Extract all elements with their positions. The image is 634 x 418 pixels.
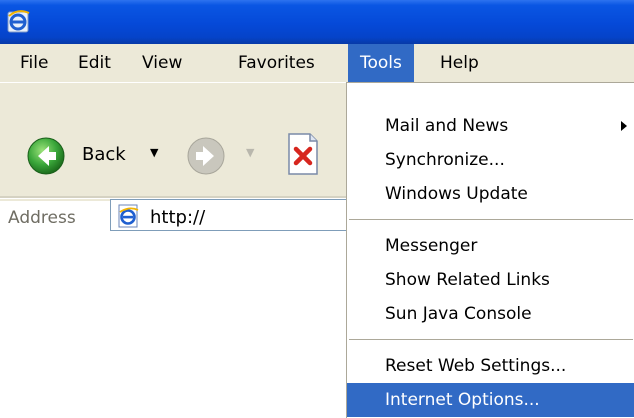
stop-icon[interactable] xyxy=(286,132,320,176)
menu-item-mail-and-news[interactable]: Mail and News xyxy=(347,109,634,143)
menu-item-label: Mail and News xyxy=(385,116,509,136)
menu-tools[interactable]: Tools xyxy=(348,44,414,82)
menu-item-windows-update[interactable]: Windows Update xyxy=(347,177,634,211)
menu-bar: File Edit View Favorites Tools Help xyxy=(0,44,634,82)
back-arrow-icon[interactable] xyxy=(26,136,66,176)
submenu-arrow-icon xyxy=(621,121,627,131)
menu-separator xyxy=(349,339,633,340)
window-titlebar[interactable] xyxy=(0,0,634,44)
menu-favorites[interactable]: Favorites xyxy=(226,44,327,82)
menu-view[interactable]: View xyxy=(130,44,194,82)
tools-menu: Mail and News Synchronize... Windows Upd… xyxy=(346,82,634,418)
address-input[interactable] xyxy=(110,199,370,231)
menu-item-messenger[interactable]: Messenger xyxy=(347,229,634,263)
back-button-label[interactable]: Back xyxy=(82,144,126,165)
menu-separator xyxy=(349,219,633,220)
ie-page-icon xyxy=(118,204,139,228)
menu-help[interactable]: Help xyxy=(428,44,491,82)
address-label: Address xyxy=(8,208,76,228)
forward-dropdown-icon: ▼ xyxy=(246,146,255,159)
menu-item-sun-java-console[interactable]: Sun Java Console xyxy=(347,297,634,331)
address-value[interactable]: http:// xyxy=(150,207,205,228)
forward-arrow-icon[interactable] xyxy=(186,136,226,176)
back-dropdown-icon[interactable]: ▼ xyxy=(150,146,158,159)
menu-item-internet-options[interactable]: Internet Options... xyxy=(347,383,634,417)
menu-edit[interactable]: Edit xyxy=(66,44,123,82)
menu-item-reset-web-settings[interactable]: Reset Web Settings... xyxy=(347,349,634,383)
menu-item-synchronize[interactable]: Synchronize... xyxy=(347,143,634,177)
ie-logo-icon[interactable] xyxy=(6,8,32,34)
menu-file[interactable]: File xyxy=(8,44,60,82)
menu-item-show-related-links[interactable]: Show Related Links xyxy=(347,263,634,297)
